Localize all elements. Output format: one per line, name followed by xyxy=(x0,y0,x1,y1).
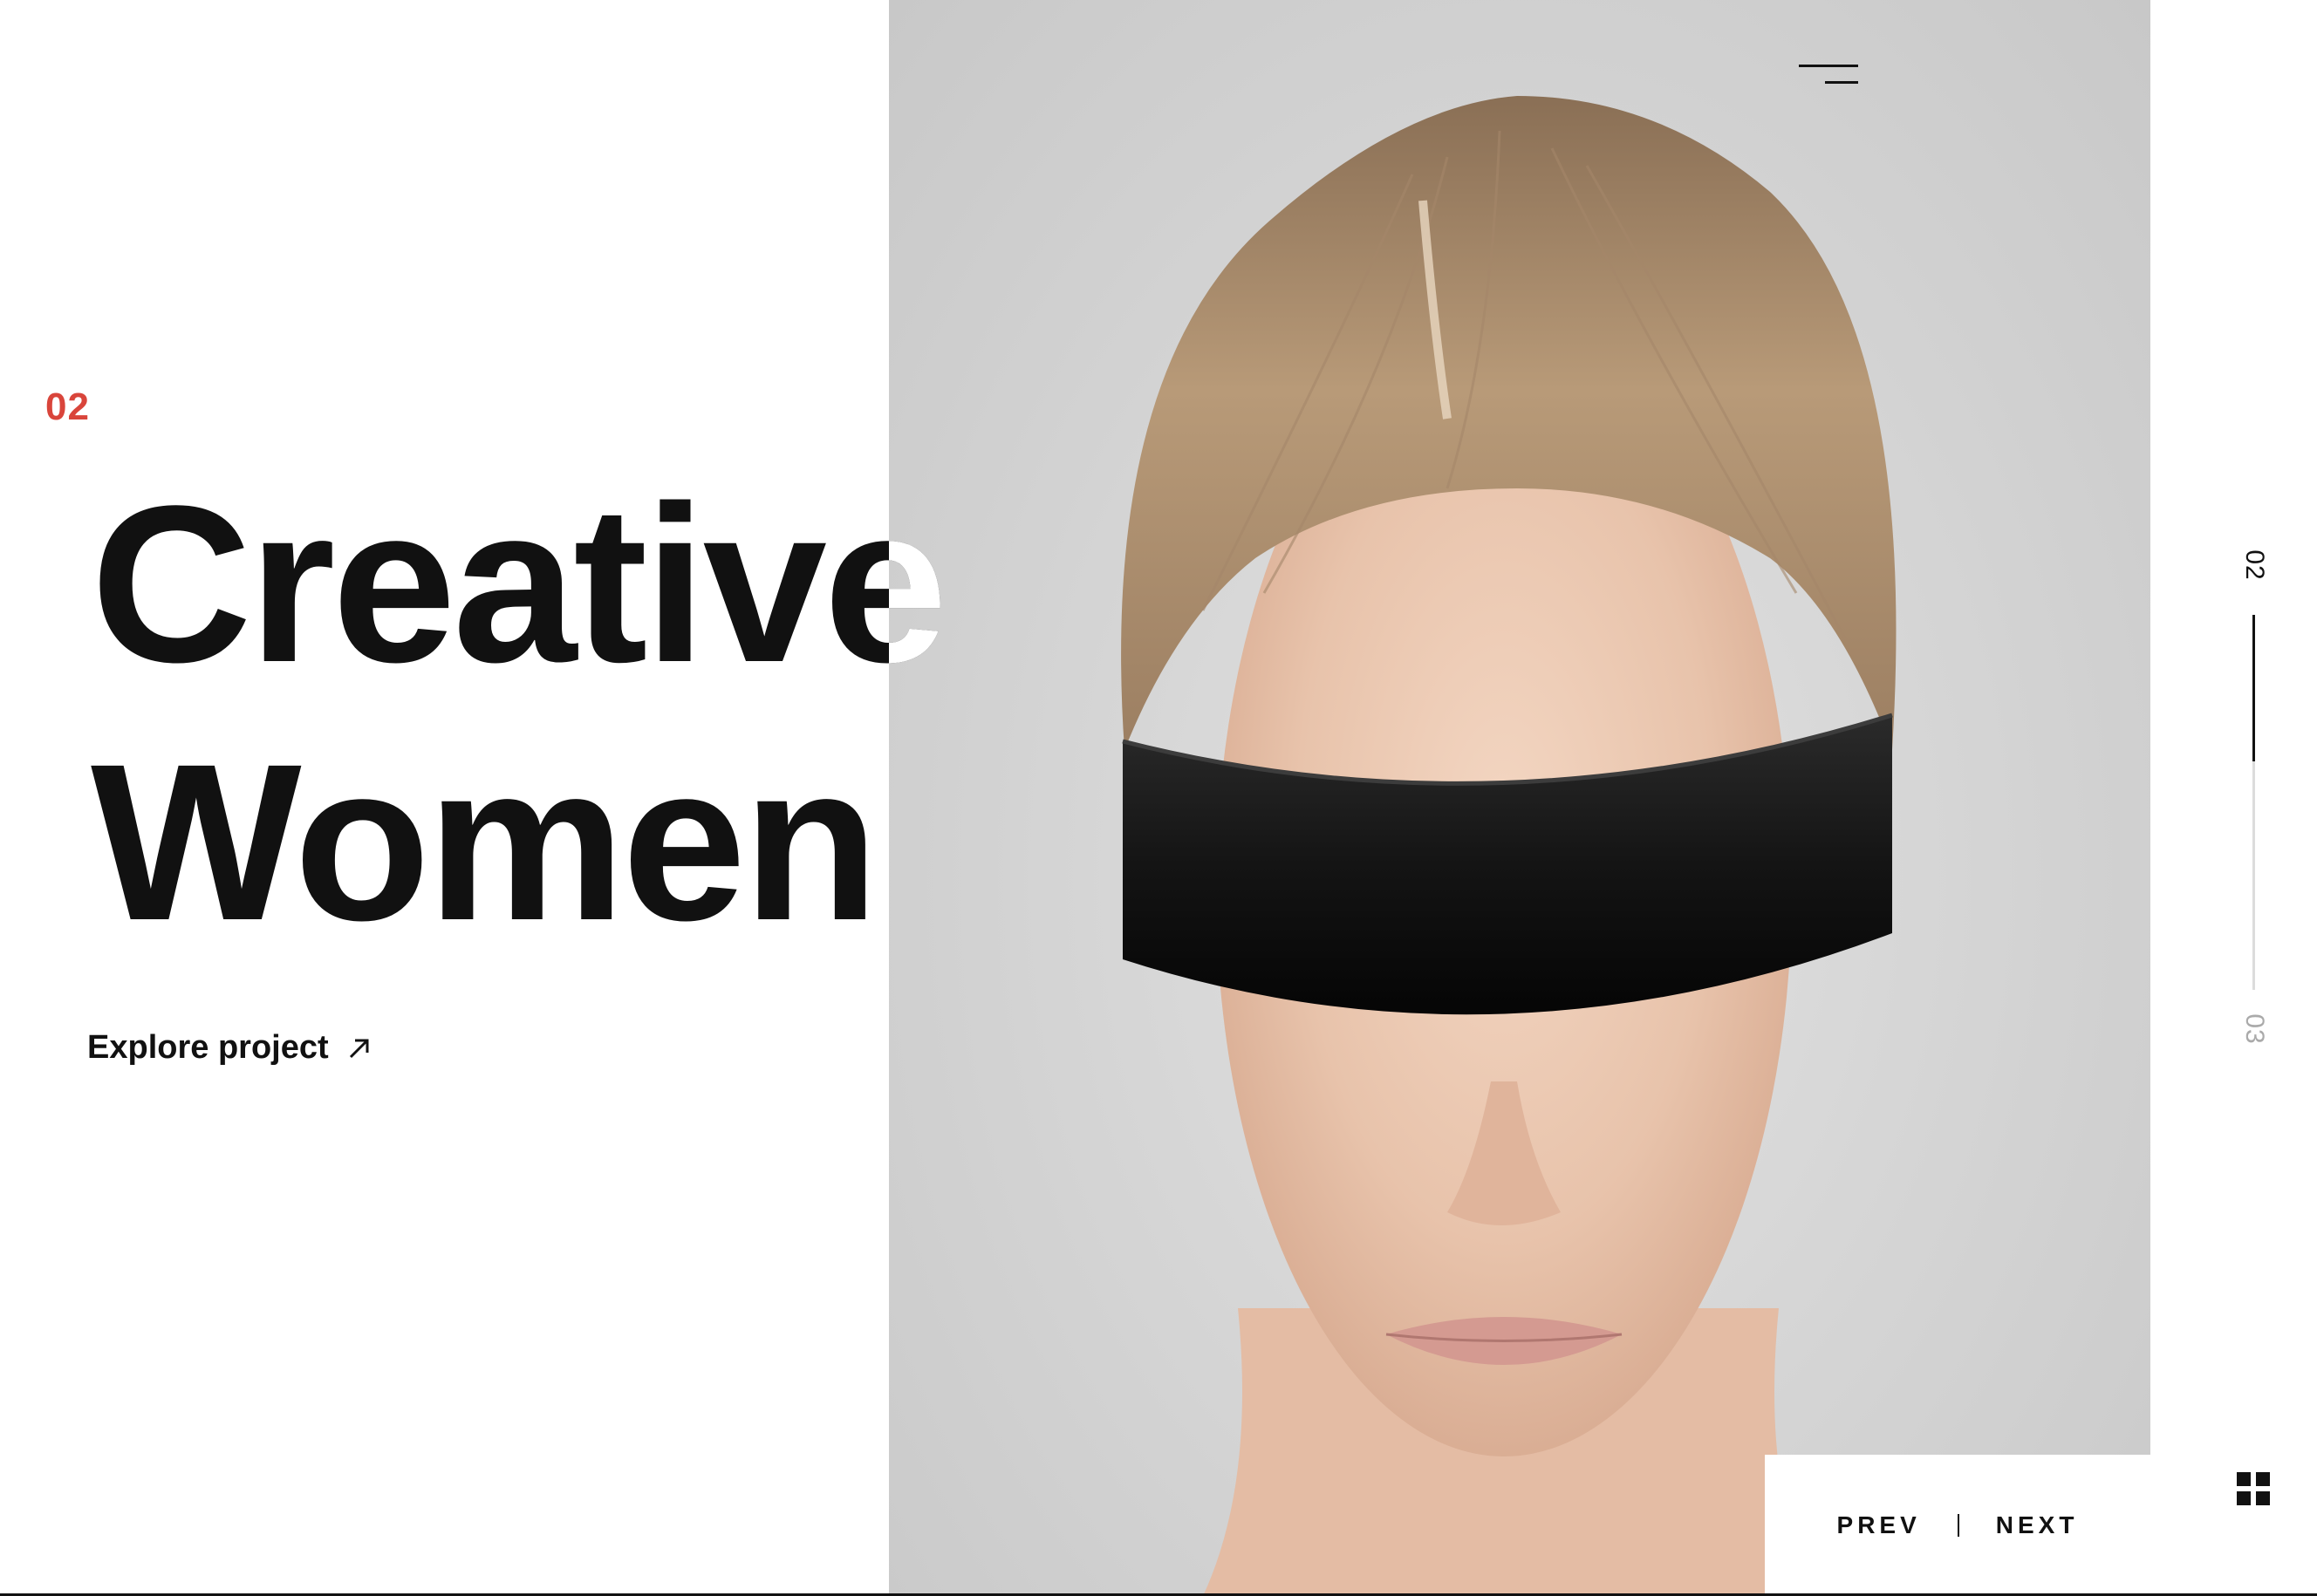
slide-index: 02 xyxy=(45,385,90,428)
progress-next: 03 xyxy=(2240,1013,2269,1045)
title-line-1: Creative xyxy=(91,460,947,709)
arrow-up-right-icon xyxy=(349,1039,369,1058)
menu-line-bottom xyxy=(1825,81,1858,84)
menu-line-top xyxy=(1799,65,1858,67)
slide-title: Creative Women xyxy=(91,455,947,972)
grid-view-icon[interactable] xyxy=(2237,1472,2270,1505)
progress-track xyxy=(2252,615,2255,990)
title-line-2: Women xyxy=(91,718,879,967)
explore-project-label: Explore project xyxy=(87,1029,329,1066)
prev-button[interactable]: PREV xyxy=(1837,1511,1921,1539)
explore-project-link[interactable]: Explore project xyxy=(87,1029,372,1067)
pager: PREV NEXT xyxy=(1765,1455,2150,1596)
progress-fill xyxy=(2252,615,2255,761)
slide-progress: 02 03 xyxy=(2233,536,2275,1060)
slider-page: 02 Creative Women Creative Women Explore… xyxy=(0,0,2317,1596)
hero-image xyxy=(889,0,2150,1596)
hamburger-menu-icon[interactable] xyxy=(1795,58,1862,92)
progress-current: 02 xyxy=(2240,549,2269,581)
next-button[interactable]: NEXT xyxy=(1996,1511,2079,1539)
pager-divider xyxy=(1957,1514,1959,1537)
